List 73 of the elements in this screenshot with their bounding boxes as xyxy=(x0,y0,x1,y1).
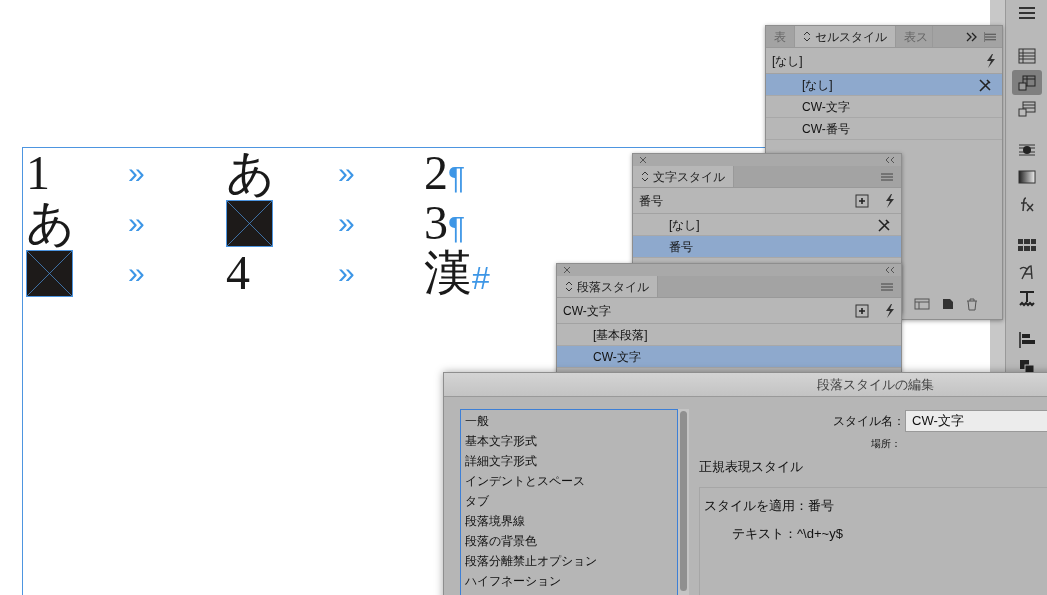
tab-marker: » xyxy=(337,158,355,188)
section-title: 正規表現スタイル xyxy=(699,458,804,476)
category-item[interactable]: タブ xyxy=(465,491,673,511)
style-list-item[interactable]: CW-番号 xyxy=(766,118,1002,140)
panel-tab[interactable]: セルスタイル xyxy=(795,26,896,47)
end-mark: # xyxy=(472,260,490,298)
category-item[interactable]: 一般 xyxy=(465,411,673,431)
lightning-icon[interactable] xyxy=(883,192,895,209)
style-name: [基本段落] xyxy=(593,326,649,344)
category-item[interactable]: 詳細文字形式 xyxy=(465,451,673,471)
end-mark: ¶ xyxy=(448,209,466,248)
rule-text: スタイルを適用：番号 xyxy=(704,496,835,515)
sort-icon xyxy=(803,31,811,42)
overflow-icon[interactable] xyxy=(966,31,978,42)
tab-marker: » xyxy=(127,158,145,188)
glyph-text: あ xyxy=(226,149,275,197)
scrollbar[interactable] xyxy=(678,409,689,595)
current-style-label: 番号 xyxy=(639,192,664,210)
style-list-item[interactable]: 番号 xyxy=(633,236,901,258)
field-label: 場所： xyxy=(870,436,902,451)
trash-icon[interactable] xyxy=(966,298,978,311)
new-style-icon[interactable] xyxy=(942,298,954,310)
panel-tab[interactable]: 段落スタイル xyxy=(557,276,658,297)
empty-frame-icon xyxy=(26,249,73,297)
glyph-text: 漢 xyxy=(424,249,472,297)
dialog-title: 段落スタイルの編集 xyxy=(444,373,1047,397)
rule-text: テキスト：^\d+~y$ xyxy=(731,524,844,543)
sort-icon xyxy=(641,171,649,182)
cell-style-icon[interactable] xyxy=(1011,69,1042,96)
end-mark: ¶ xyxy=(448,159,466,198)
panel-tab[interactable]: 文字スタイル xyxy=(633,166,734,187)
no-edit-icon xyxy=(877,217,891,232)
style-name: [なし] xyxy=(669,216,701,234)
glyph-text: 4 xyxy=(226,249,250,297)
category-item[interactable]: 段落の背景色 xyxy=(465,531,673,551)
style-name: CW-文字 xyxy=(593,348,642,366)
tab-marker: » xyxy=(337,258,355,288)
panel-menu-icon[interactable] xyxy=(984,31,996,42)
style-name: 番号 xyxy=(669,238,694,256)
lightning-icon[interactable] xyxy=(883,302,895,319)
glyph-text: 3 xyxy=(424,199,448,247)
tab-marker: » xyxy=(127,208,145,238)
no-edit-icon xyxy=(978,77,992,92)
style-name: [なし] xyxy=(802,76,834,94)
category-item[interactable]: 段落境界線 xyxy=(465,511,673,531)
tab-marker: » xyxy=(127,258,145,288)
sort-icon xyxy=(565,281,573,292)
collapse-icon[interactable] xyxy=(885,156,895,164)
new-group-icon[interactable] xyxy=(914,298,930,310)
empty-frame-icon xyxy=(226,199,273,247)
current-style-label: CW-文字 xyxy=(563,302,612,320)
new-group-icon[interactable] xyxy=(855,193,869,208)
collapse-icon[interactable] xyxy=(885,266,895,274)
current-style-label: [なし] xyxy=(772,52,804,70)
glyph-text: 1 xyxy=(26,149,50,197)
close-icon[interactable] xyxy=(563,266,571,274)
close-icon[interactable] xyxy=(639,156,647,164)
style-list-item[interactable]: [なし] xyxy=(766,74,1002,96)
style-name-field[interactable]: CW-文字 xyxy=(905,410,1047,432)
field-label: スタイル名： xyxy=(832,413,905,430)
glyph-text: あ xyxy=(26,199,75,247)
category-item[interactable]: ハイフネーション xyxy=(465,571,673,591)
tab-marker: » xyxy=(337,208,355,238)
glyph-text: 2 xyxy=(424,149,448,197)
category-item[interactable]: 段落分離禁止オプション xyxy=(465,551,673,571)
style-name: CW-文字 xyxy=(802,98,851,116)
new-group-icon[interactable] xyxy=(855,303,869,318)
style-list-item[interactable]: CW-文字 xyxy=(766,96,1002,118)
lightning-icon[interactable] xyxy=(984,52,996,69)
category-item[interactable]: 基本文字形式 xyxy=(465,431,673,451)
style-name: CW-番号 xyxy=(802,120,851,138)
style-list-item[interactable]: CW-文字 xyxy=(557,346,901,368)
category-item[interactable]: インデントとスペース xyxy=(465,471,673,491)
